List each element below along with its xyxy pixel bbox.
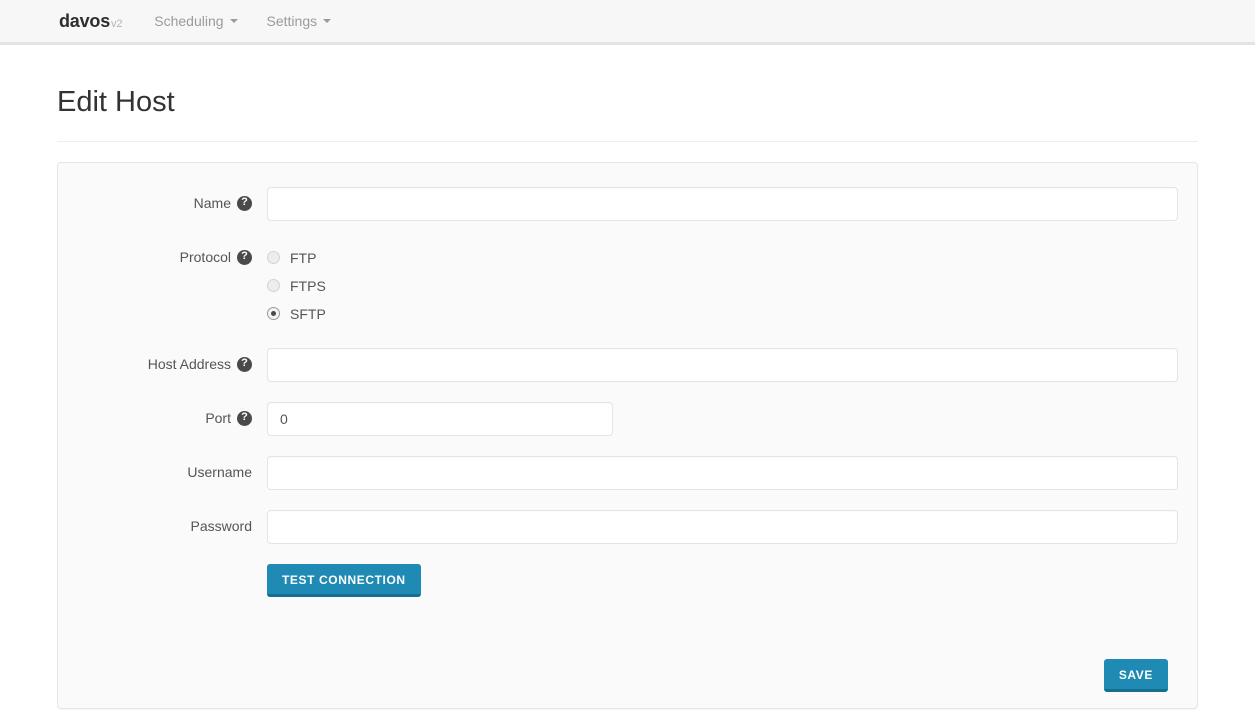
form-row-host-address: Host Address ? xyxy=(77,347,1178,382)
label-username: Username xyxy=(77,456,267,479)
label-host-address-text: Host Address xyxy=(147,356,231,373)
field-password xyxy=(267,509,1178,544)
label-test-connection-spacer xyxy=(77,564,267,573)
radio-protocol-sftp-label: SFTP xyxy=(290,305,326,322)
form-row-password: Password xyxy=(77,509,1178,544)
form-row-protocol: Protocol ? FTP FTPS SFTP xyxy=(77,241,1178,328)
nav-item-settings[interactable]: Settings xyxy=(267,13,332,29)
label-protocol-text: Protocol xyxy=(179,249,231,266)
help-icon[interactable]: ? xyxy=(237,356,252,372)
label-host-address: Host Address ? xyxy=(77,348,267,372)
label-protocol: Protocol ? xyxy=(77,241,267,265)
radio-protocol-ftp[interactable]: FTP xyxy=(267,244,1178,272)
label-name-text: Name xyxy=(193,195,231,212)
field-name xyxy=(267,186,1178,221)
top-navbar: davos v2 Scheduling Settings xyxy=(0,0,1255,45)
name-input[interactable] xyxy=(267,186,1178,221)
radio-icon xyxy=(267,251,280,265)
label-port: Port ? xyxy=(77,402,267,426)
page-title: Edit Host xyxy=(57,86,175,118)
nav-item-scheduling-label: Scheduling xyxy=(154,13,224,29)
form-row-username: Username xyxy=(77,455,1178,490)
radio-protocol-ftps-label: FTPS xyxy=(290,277,326,294)
password-input[interactable] xyxy=(267,509,1178,544)
label-name: Name ? xyxy=(77,187,267,211)
edit-host-panel: Name ? Protocol ? FTP FTPS SFTP Host Add… xyxy=(57,161,1198,709)
chevron-down-icon xyxy=(229,19,238,23)
label-password-text: Password xyxy=(190,517,252,534)
form-row-name: Name ? xyxy=(77,186,1178,221)
field-test-connection: TEST CONNECTION xyxy=(267,563,1178,597)
field-port xyxy=(267,401,1178,436)
form-row-port: Port ? xyxy=(77,401,1178,436)
field-host-address xyxy=(267,347,1178,382)
chevron-down-icon xyxy=(323,19,332,23)
brand-version: v2 xyxy=(111,17,123,30)
help-icon[interactable]: ? xyxy=(237,410,252,426)
label-password: Password xyxy=(77,510,267,533)
port-input[interactable] xyxy=(267,401,613,436)
panel-footer: SAVE xyxy=(77,658,1178,692)
save-button[interactable]: SAVE xyxy=(1103,658,1168,692)
radio-protocol-ftp-label: FTP xyxy=(290,249,317,266)
form-row-test-connection: TEST CONNECTION xyxy=(77,563,1178,597)
field-protocol: FTP FTPS SFTP xyxy=(267,241,1178,328)
field-username xyxy=(267,455,1178,490)
nav-item-scheduling[interactable]: Scheduling xyxy=(154,13,238,29)
radio-icon xyxy=(267,279,280,293)
help-icon[interactable]: ? xyxy=(237,195,252,211)
help-icon[interactable]: ? xyxy=(237,249,252,265)
host-address-input[interactable] xyxy=(267,347,1178,382)
radio-protocol-ftps[interactable]: FTPS xyxy=(267,272,1178,300)
username-input[interactable] xyxy=(267,455,1178,490)
label-port-text: Port xyxy=(205,410,231,427)
radio-icon-selected xyxy=(267,307,280,321)
brand-logo[interactable]: davos v2 xyxy=(59,11,122,32)
radio-protocol-sftp[interactable]: SFTP xyxy=(267,300,1178,328)
label-username-text: Username xyxy=(187,463,252,480)
title-divider xyxy=(57,140,1198,142)
nav-item-settings-label: Settings xyxy=(266,13,318,29)
test-connection-button[interactable]: TEST CONNECTION xyxy=(267,563,421,597)
brand-name: davos xyxy=(59,10,111,31)
page-container: Edit Host Name ? Protocol ? FTP FTPS SFT… xyxy=(57,86,1198,709)
